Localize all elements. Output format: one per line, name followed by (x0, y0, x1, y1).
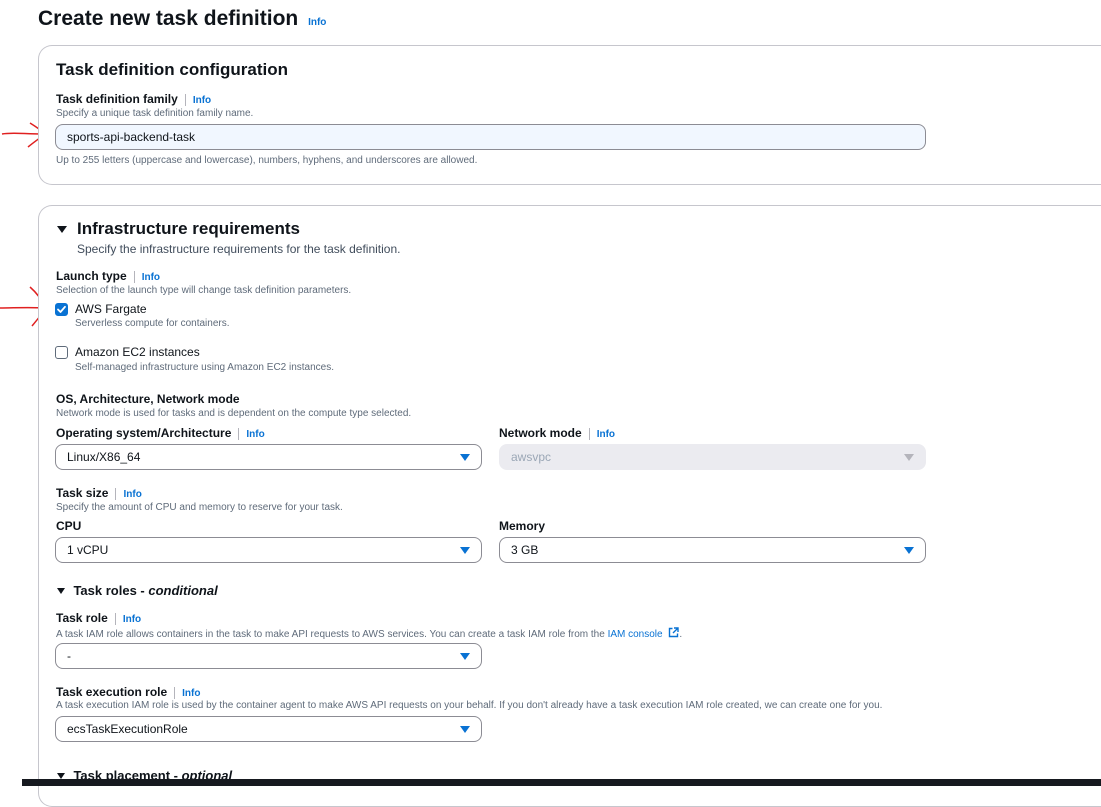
exec-role-value: ecsTaskExecutionRole (67, 722, 188, 736)
family-label-row: Task definition family Info (56, 92, 211, 106)
task-size-info-link[interactable]: Info (123, 489, 141, 500)
caret-down-icon (57, 587, 65, 594)
network-mode-label: Network mode (499, 426, 582, 440)
launch-type-label: Launch type (56, 269, 127, 283)
task-role-value: - (67, 649, 71, 663)
launch-type-label-row: Launch type Info (56, 269, 160, 283)
page-title-text: Create new task definition (38, 7, 299, 30)
exec-role-info-link[interactable]: Info (182, 688, 200, 699)
task-roles-title: Task roles - conditional (73, 583, 218, 598)
os-architecture-value: Linux/X86_64 (67, 450, 141, 464)
cpu-label: CPU (56, 519, 82, 533)
task-role-label-row: Task role Info (56, 611, 141, 625)
task-size-label-row: Task size Info (56, 486, 142, 500)
page-info-link[interactable]: Info (308, 17, 326, 28)
iam-console-link[interactable]: IAM console (608, 629, 663, 640)
task-role-description: A task IAM role allows containers in the… (56, 627, 683, 640)
fargate-description: Serverless compute for containers. (75, 318, 230, 329)
exec-role-select[interactable]: ecsTaskExecutionRole (55, 716, 482, 742)
ec2-checkbox[interactable] (55, 346, 68, 359)
family-constraint: Up to 255 letters (uppercase and lowerca… (56, 155, 478, 166)
caret-down-icon (904, 547, 914, 554)
family-description: Specify a unique task definition family … (56, 108, 254, 119)
infra-subtitle: Specify the infrastructure requirements … (77, 242, 401, 256)
caret-down-icon (460, 726, 470, 733)
fargate-label[interactable]: AWS Fargate (75, 302, 147, 316)
os-architecture-select[interactable]: Linux/X86_64 (55, 444, 482, 470)
exec-role-label: Task execution role (56, 685, 168, 699)
caret-down-icon (460, 454, 470, 461)
task-roles-toggle[interactable]: Task roles - conditional (57, 582, 218, 600)
memory-select[interactable]: 3 GB (499, 537, 926, 563)
bottom-bar (22, 779, 1101, 786)
os-info-link[interactable]: Info (246, 429, 264, 440)
os-group-label: OS, Architecture, Network mode (56, 392, 240, 406)
caret-down-icon (57, 226, 67, 234)
family-info-link[interactable]: Info (193, 95, 211, 106)
infra-collapse-toggle[interactable] (57, 221, 67, 239)
network-label-row: Network mode Info (499, 426, 615, 440)
exec-role-description: A task execution IAM role is used by the… (56, 700, 883, 711)
caret-down-icon (460, 547, 470, 554)
cpu-value: 1 vCPU (67, 543, 109, 557)
fargate-checkbox[interactable] (55, 303, 68, 316)
task-size-label: Task size (56, 486, 109, 500)
exec-role-label-row: Task execution role Info (56, 685, 200, 699)
launch-type-info-link[interactable]: Info (142, 272, 160, 283)
caret-down-icon (460, 653, 470, 660)
infra-panel-title[interactable]: Infrastructure requirements (77, 219, 300, 239)
network-mode-value: awsvpc (511, 450, 552, 464)
os-label: Operating system/Architecture (56, 426, 232, 440)
caret-down-icon (904, 454, 914, 461)
memory-label: Memory (499, 519, 546, 533)
external-link-icon[interactable] (668, 627, 680, 638)
page-title: Create new task definition Info (38, 7, 326, 31)
family-input[interactable]: sports-api-backend-task (55, 124, 926, 150)
checkmark-icon (57, 305, 66, 313)
ec2-description: Self-managed infrastructure using Amazon… (75, 362, 335, 373)
os-group-description: Network mode is used for tasks and is de… (56, 408, 412, 419)
task-role-label: Task role (56, 611, 108, 625)
network-info-link[interactable]: Info (597, 429, 615, 440)
family-label: Task definition family (56, 92, 178, 106)
caret-down-icon (57, 772, 65, 779)
network-mode-select: awsvpc (499, 444, 926, 470)
task-size-description: Specify the amount of CPU and memory to … (56, 502, 343, 513)
os-label-row: Operating system/Architecture Info (56, 426, 265, 440)
config-panel-title: Task definition configuration (56, 60, 289, 79)
launch-type-description: Selection of the launch type will change… (56, 285, 352, 296)
memory-value: 3 GB (511, 543, 539, 557)
ec2-label[interactable]: Amazon EC2 instances (75, 345, 200, 359)
task-role-info-link[interactable]: Info (123, 614, 141, 625)
cpu-select[interactable]: 1 vCPU (55, 537, 482, 563)
task-role-select[interactable]: - (55, 643, 482, 669)
